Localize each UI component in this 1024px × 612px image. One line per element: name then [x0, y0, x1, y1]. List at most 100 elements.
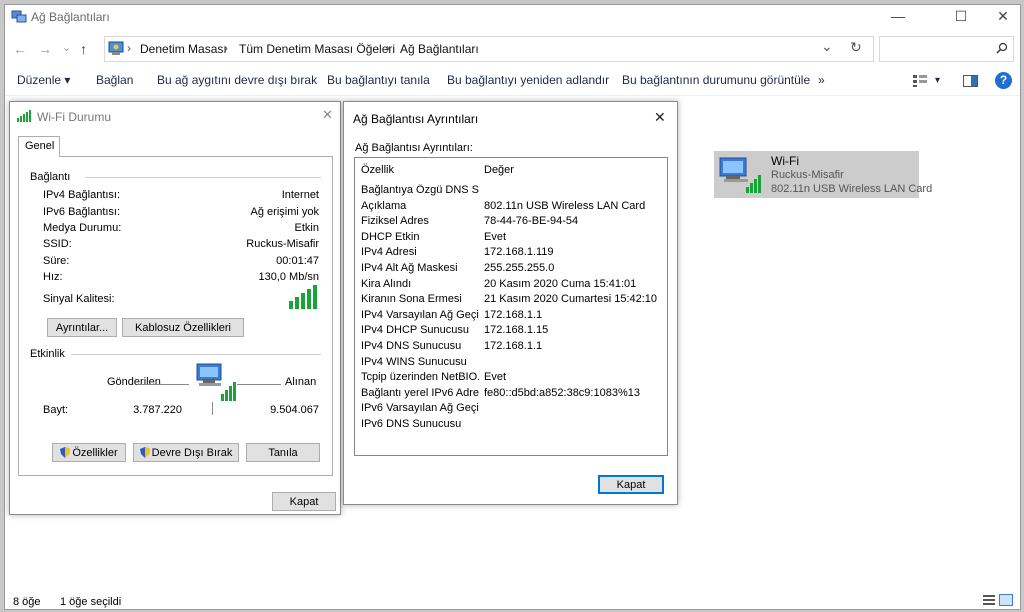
view-options-icon[interactable] [913, 75, 927, 87]
large-icons-view-icon[interactable] [999, 594, 1013, 606]
properties-button[interactable]: Özellikler [52, 443, 126, 462]
back-button[interactable]: ← [13, 41, 27, 57]
address-dropdown-button[interactable]: ⌄ [821, 38, 833, 55]
view-options-caret[interactable]: ▾ [935, 75, 940, 86]
column-value-header[interactable]: Değer [484, 164, 514, 176]
diagnose-button[interactable]: Tanıla [246, 443, 320, 462]
title-bar: Ağ Bağlantıları — ☐ ✕ [5, 5, 1020, 31]
help-button[interactable]: ? [995, 72, 1012, 89]
details-row[interactable]: Açıklama 802.11n USB Wireless LAN Card [355, 200, 667, 215]
details-button[interactable]: Ayrıntılar... [47, 318, 117, 337]
details-row-property: Kira Alındı [361, 277, 412, 290]
ipv4-label: IPv4 Bağlantısı: [43, 189, 121, 201]
address-bar[interactable]: › Denetim Masası › Tüm Denetim Masası Öğ… [104, 36, 874, 62]
details-row-property: Fiziksel Adres [361, 215, 429, 228]
details-row-property: IPv4 DNS Sunucusu [361, 340, 462, 352]
wifi-status-dialog: Wi-Fi Durumu ✕ Genel Bağlantı IPv4 Bağla… [9, 101, 341, 515]
column-property-header[interactable]: Özellik [361, 164, 394, 176]
selected-count: 1 öğe seçildi [60, 596, 122, 608]
details-row[interactable]: Bağlantı yerel IPv6 Adresi fe80::d5bd:a85… [355, 387, 667, 402]
details-row[interactable]: DHCP Etkin Evet [355, 231, 667, 246]
details-row[interactable]: IPv4 WINS Sunucusu [355, 356, 667, 371]
signal-quality-label: Sinyal Kalitesi: [43, 293, 115, 305]
details-row[interactable]: IPv4 Alt Ağ Maskesi 255.255.255.0 [355, 262, 667, 277]
breadcrumb-separator[interactable]: › [224, 41, 228, 55]
window-title: Ağ Bağlantıları [31, 10, 110, 24]
close-button[interactable]: ✕ [980, 5, 1024, 27]
breadcrumb-separator[interactable]: › [386, 41, 390, 55]
breadcrumb-network-connections[interactable]: Ağ Bağlantıları [400, 42, 479, 56]
disable-button[interactable]: Devre Dışı Bırak [133, 443, 239, 462]
details-row-property: IPv4 Varsayılan Ağ Geçidi [361, 308, 479, 321]
properties-label: Özellikler [72, 447, 118, 459]
bytes-sent-value: 3.787.220 [133, 404, 182, 416]
up-button[interactable]: ↑ [80, 41, 87, 57]
minimize-button[interactable]: — [875, 5, 921, 27]
wifi-status-close-button[interactable]: Kapat [272, 492, 336, 511]
details-row-value: Evet [484, 371, 507, 384]
address-row: ← → ⌄ ↑ › Denetim Masası › Tüm Denetim M… [5, 35, 1020, 63]
dialog-title: Wi-Fi Durumu [37, 110, 111, 124]
details-row[interactable]: Fiziksel Adres 78-44-76-BE-94-54 [355, 215, 667, 230]
received-line [237, 384, 281, 385]
speed-value: 130,0 Mb/sn [258, 271, 319, 283]
breadcrumb-all-items[interactable]: Tüm Denetim Masası Öğeleri [239, 42, 395, 56]
details-row-property: DHCP Etkin [361, 230, 420, 243]
wifi-adapter-icon [719, 157, 761, 193]
wifi-signal-icon [17, 110, 31, 122]
details-row[interactable]: Bağlantıya Özgü DNS S... [355, 184, 667, 199]
details-row-value: 172.168.1.15 [484, 324, 549, 337]
details-row-value: 172.168.1.119 [484, 246, 554, 259]
details-list-header: Özellik Değer [355, 158, 667, 180]
tab-general[interactable]: Genel [18, 136, 60, 157]
diagnose-command[interactable]: Bu bağlantıyı tanıla [327, 73, 430, 87]
disable-device-command[interactable]: Bu ağ aygıtını devre dışı bırak [157, 73, 317, 87]
connect-command[interactable]: Bağlan [96, 73, 133, 87]
dialog-close-icon[interactable]: ✕ [322, 107, 333, 123]
details-row[interactable]: Kiranın Sona Ermesi 21 Kasım 2020 Cumarte… [355, 293, 667, 308]
section-activity-heading: Etkinlik [30, 348, 65, 360]
connection-details-dialog: Ağ Bağlantısı Ayrıntıları ✕ Ağ Bağlantıs… [343, 101, 678, 505]
details-row[interactable]: Kira Alındı 20 Kasım 2020 Cuma 15:41:01 [355, 278, 667, 293]
details-row[interactable]: IPv6 DNS Sunucusu [355, 418, 667, 433]
connection-name: Wi-Fi [771, 154, 799, 168]
uac-shield-icon [139, 447, 150, 458]
details-row[interactable]: IPv4 DNS Sunucusu 172.168.1.1 [355, 340, 667, 355]
details-row-property: IPv4 WINS Sunucusu [361, 355, 467, 368]
maximize-button[interactable]: ☐ [938, 5, 984, 27]
forward-button[interactable]: → [38, 41, 52, 57]
details-close-button[interactable]: Kapat [598, 475, 664, 494]
more-commands-button[interactable]: » [818, 73, 825, 87]
view-status-command[interactable]: Bu bağlantının durumunu görüntüle [622, 73, 810, 87]
details-row[interactable]: IPv6 Varsayılan Ağ Geçidi [355, 402, 667, 417]
details-view-icon[interactable] [983, 595, 995, 606]
details-row-value: 172.168.1.1 [484, 308, 543, 321]
network-activity-icon [196, 363, 236, 401]
details-row[interactable]: IPv4 DHCP Sunucusu 172.168.1.15 [355, 324, 667, 339]
explorer-window: Ağ Bağlantıları — ☐ ✕ ← → ⌄ ↑ › Denetim … [4, 4, 1021, 610]
details-row[interactable]: Tcpip üzerinden NetBIO... Evet [355, 371, 667, 386]
details-row-property: IPv4 Alt Ağ Maskesi [361, 262, 458, 274]
duration-label: Süre: [43, 255, 70, 267]
connection-adapter: 802.11n USB Wireless LAN Card [771, 183, 933, 195]
details-row-property: IPv4 DHCP Sunucusu [361, 324, 470, 337]
wifi-connection-item[interactable]: Wi-Fi Ruckus-Misafir 802.11n USB Wireles… [714, 151, 932, 198]
duration-value: 00:01:47 [276, 255, 319, 267]
breadcrumb-control-panel[interactable]: Denetim Masası [140, 42, 227, 56]
details-row-value: 78-44-76-BE-94-54 [484, 215, 579, 228]
search-box[interactable] [879, 36, 1014, 62]
recent-locations-button[interactable]: ⌄ [62, 41, 71, 54]
details-row[interactable]: IPv4 Varsayılan Ağ Geçidi 172.168.1.1 [355, 309, 667, 324]
media-state-value: Etkin [294, 222, 319, 234]
details-close-icon[interactable]: ✕ [654, 109, 666, 126]
search-icon[interactable] [996, 42, 1008, 54]
preview-pane-icon[interactable] [963, 75, 978, 87]
rename-command[interactable]: Bu bağlantıyı yeniden adlandır [447, 73, 609, 87]
wireless-properties-button[interactable]: Kablosuz Özellikleri [122, 318, 244, 337]
sent-label: Gönderilen [107, 376, 161, 388]
details-list[interactable]: Özellik Değer Bağlantıya Özgü DNS S... Aç… [354, 157, 668, 456]
details-row[interactable]: IPv4 Adresi 172.168.1.119 [355, 246, 667, 261]
refresh-button[interactable]: ↻ [850, 39, 862, 56]
organize-menu[interactable]: Düzenle ▾ [17, 73, 70, 87]
divider [71, 354, 321, 355]
